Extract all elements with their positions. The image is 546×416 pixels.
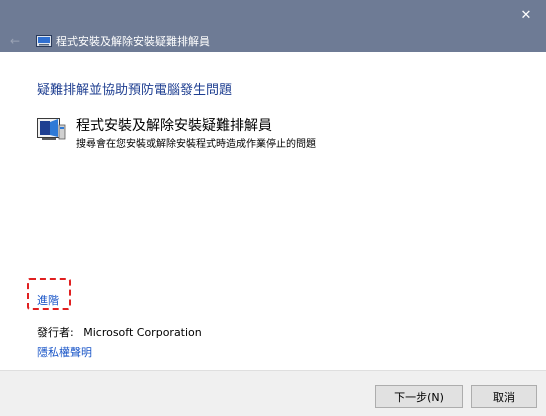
- page-heading: 疑難排解並協助預防電腦發生問題: [37, 83, 233, 98]
- privacy-statement-link[interactable]: 隱私權聲明: [37, 344, 92, 360]
- troubleshooter-title: 程式安裝及解除安裝疑難排解員: [76, 118, 272, 134]
- advanced-link[interactable]: 進階: [37, 292, 59, 308]
- footer-bar: 下一步(N) 取消: [0, 370, 546, 416]
- troubleshooter-description: 搜尋會在您安裝或解除安裝程式時造成作業停止的問題: [76, 139, 316, 150]
- back-button[interactable]: ←: [4, 30, 26, 52]
- troubleshooter-window: ✕ ← 程式安裝及解除安裝疑難排解員 疑難排解並協助預防電腦發生問題 程式安裝及…: [0, 0, 546, 416]
- close-icon: ✕: [520, 7, 532, 23]
- content-area: 疑難排解並協助預防電腦發生問題 程式安裝及解除安裝疑難排解員 搜尋會在您安裝或解…: [0, 52, 546, 370]
- back-arrow-icon: ←: [9, 34, 21, 48]
- navigation-bar: ← 程式安裝及解除安裝疑難排解員: [0, 30, 546, 52]
- program-install-troubleshooter-icon: [37, 118, 66, 140]
- troubleshooter-icon: [36, 35, 52, 47]
- publisher-line: 發行者: Microsoft Corporation: [37, 324, 202, 340]
- publisher-label: 發行者:: [37, 326, 74, 339]
- cancel-button[interactable]: 取消: [471, 385, 537, 408]
- close-button[interactable]: ✕: [506, 0, 546, 30]
- next-button[interactable]: 下一步(N): [375, 385, 463, 408]
- window-title: 程式安裝及解除安裝疑難排解員: [56, 35, 210, 48]
- publisher-name: Microsoft Corporation: [83, 326, 202, 339]
- title-bar: ✕: [0, 0, 546, 30]
